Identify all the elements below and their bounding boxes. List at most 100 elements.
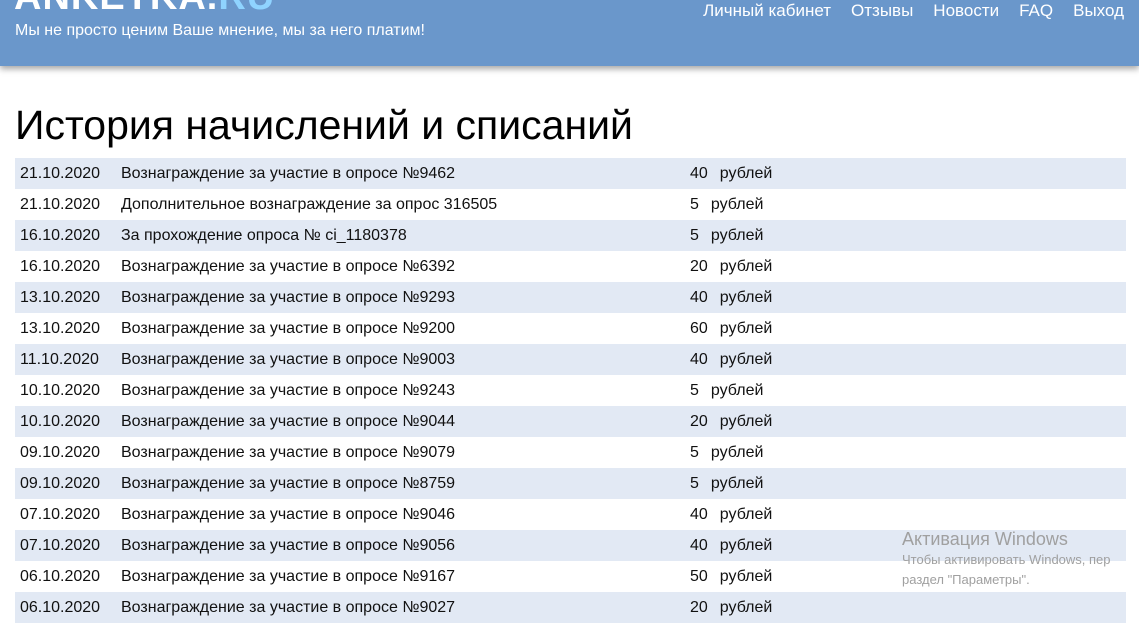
transaction-date: 13.10.2020 [20,320,101,337]
site-header: ANKETKA.RU Мы не просто ценим Ваше мнени… [0,0,1139,66]
transaction-amount: 5 [690,382,699,399]
transaction-amount: 40 [690,165,708,182]
nav-personal-account[interactable]: Личный кабинет [703,1,831,21]
transaction-amount: 20 [690,599,708,616]
transaction-description: Вознаграждение за участие в опросе №9167 [121,568,456,585]
transaction-amount-cell: 20 рублей [690,592,772,623]
transaction-amount: 40 [690,351,708,368]
table-row: 07.10.2020 Вознаграждение за участие в оп… [15,530,1126,561]
nav-reviews[interactable]: Отзывы [851,1,913,21]
transaction-amount: 50 [690,568,708,585]
table-row: 11.10.2020 Вознаграждение за участие в оп… [15,344,1126,375]
nav-faq[interactable]: FAQ [1019,1,1053,21]
transaction-description: Вознаграждение за участие в опросе №9027 [121,599,456,616]
transaction-date: 09.10.2020 [20,475,101,492]
transaction-description: Вознаграждение за участие в опросе №9200 [121,320,456,337]
transaction-currency: рублей [719,258,773,275]
transaction-amount-cell: 50 рублей [690,561,772,592]
transaction-amount-cell: 5 рублей [690,468,763,499]
transaction-amount-cell: 60 рублей [690,313,772,344]
transaction-date: 21.10.2020 [20,196,101,213]
transaction-currency: рублей [719,413,773,430]
transaction-description: Вознаграждение за участие в опросе №9044 [121,413,456,430]
transaction-date: 10.10.2020 [20,413,101,430]
transaction-description: Вознаграждение за участие в опросе №9003 [121,351,456,368]
table-row: 21.10.2020 Вознаграждение за участие в оп… [15,158,1126,189]
transaction-amount-cell: 40 рублей [690,344,772,375]
table-row: 09.10.2020 Вознаграждение за участие в оп… [15,437,1126,468]
transaction-amount-cell: 40 рублей [690,282,772,313]
transaction-description: Вознаграждение за участие в опросе №9046 [121,506,456,523]
transaction-amount-cell: 5 рублей [690,220,763,251]
table-row: 06.10.2020 Вознаграждение за участие в оп… [15,592,1126,623]
transaction-amount: 5 [690,444,699,461]
transaction-currency: рублей [719,537,773,554]
transaction-history-table: 21.10.2020 Вознаграждение за участие в оп… [15,158,1126,623]
transaction-currency: рублей [719,320,773,337]
transaction-amount: 5 [690,196,699,213]
transaction-amount: 5 [690,475,699,492]
nav-news[interactable]: Новости [933,1,999,21]
transaction-amount-cell: 5 рублей [690,375,763,406]
top-nav: Личный кабинет Отзывы Новости FAQ Выход [703,1,1124,21]
transaction-description: Вознаграждение за участие в опросе №9079 [121,444,456,461]
table-row: 13.10.2020 Вознаграждение за участие в оп… [15,282,1126,313]
transaction-description: Вознаграждение за участие в опросе №9462 [121,165,456,182]
table-row: 06.10.2020 Вознаграждение за участие в оп… [15,561,1126,592]
transaction-currency: рублей [710,444,764,461]
transaction-amount: 40 [690,289,708,306]
transaction-currency: рублей [719,506,773,523]
transaction-amount: 60 [690,320,708,337]
transaction-description: Вознаграждение за участие в опросе №8759 [121,475,456,492]
transaction-amount-cell: 5 рублей [690,437,763,468]
transaction-description: За прохождение опроса № ci_1180378 [121,227,407,244]
transaction-amount-cell: 40 рублей [690,530,772,561]
transaction-amount-cell: 40 рублей [690,158,772,189]
transaction-amount-cell: 40 рублей [690,499,772,530]
transaction-date: 21.10.2020 [20,165,101,182]
table-row: 16.10.2020 Вознаграждение за участие в оп… [15,251,1126,282]
transaction-amount: 5 [690,227,699,244]
transaction-date: 10.10.2020 [20,382,101,399]
transaction-date: 11.10.2020 [20,351,99,368]
transaction-currency: рублей [719,289,773,306]
transaction-date: 13.10.2020 [20,289,101,306]
transaction-description: Вознаграждение за участие в опросе №6392 [121,258,456,275]
table-row: 10.10.2020 Вознаграждение за участие в оп… [15,406,1126,437]
transaction-date: 06.10.2020 [20,568,101,585]
transaction-amount: 20 [690,413,708,430]
table-row: 07.10.2020 Вознаграждение за участие в оп… [15,499,1126,530]
transaction-date: 07.10.2020 [20,506,101,523]
transaction-date: 06.10.2020 [20,599,101,616]
transaction-date: 07.10.2020 [20,537,101,554]
table-row: 16.10.2020 За прохождение опроса № ci_118… [15,220,1126,251]
transaction-date: 16.10.2020 [20,258,101,275]
table-row: 21.10.2020 Дополнительное вознаграждение … [15,189,1126,220]
transaction-description: Вознаграждение за участие в опросе №9056 [121,537,456,554]
transaction-currency: рублей [710,227,764,244]
nav-logout[interactable]: Выход [1073,1,1124,21]
transaction-amount: 20 [690,258,708,275]
transaction-currency: рублей [710,382,764,399]
transaction-amount-cell: 20 рублей [690,406,772,437]
transaction-date: 09.10.2020 [20,444,101,461]
table-row: 10.10.2020 Вознаграждение за участие в оп… [15,375,1126,406]
transaction-amount: 40 [690,537,708,554]
transaction-description: Дополнительное вознаграждение за опрос 3… [121,196,498,213]
transaction-currency: рублей [719,568,773,585]
transaction-description: Вознаграждение за участие в опросе №9293 [121,289,456,306]
transaction-currency: рублей [719,599,773,616]
page-title: История начислений и списаний [15,102,633,148]
site-logo[interactable]: ANKETKA.RU [14,0,275,16]
transaction-amount: 40 [690,506,708,523]
transaction-amount-cell: 5 рублей [690,189,763,220]
transaction-amount-cell: 20 рублей [690,251,772,282]
table-row: 09.10.2020 Вознаграждение за участие в оп… [15,468,1126,499]
transaction-description: Вознаграждение за участие в опросе №9243 [121,382,456,399]
transaction-currency: рублей [719,351,773,368]
site-slogan: Мы не просто ценим Ваше мнение, мы за не… [15,22,425,39]
transaction-currency: рублей [719,165,773,182]
table-row: 13.10.2020 Вознаграждение за участие в оп… [15,313,1126,344]
transaction-date: 16.10.2020 [20,227,101,244]
transaction-currency: рублей [710,475,764,492]
